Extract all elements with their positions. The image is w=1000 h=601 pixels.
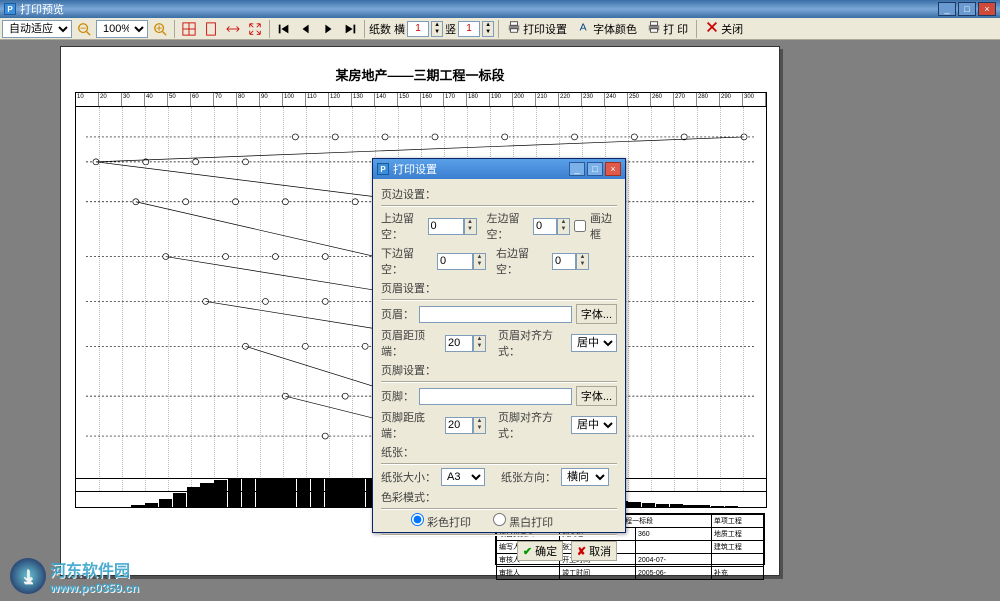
grid-icon[interactable]	[179, 20, 199, 38]
header-dist-input[interactable]	[445, 335, 473, 352]
app-titlebar: P 打印预览 _ □ ×	[0, 0, 1000, 18]
dialog-minimize-button[interactable]: _	[569, 162, 585, 176]
border-checkbox-label: 画边框	[590, 210, 617, 242]
footer-setup-label: 页脚设置：	[381, 362, 617, 378]
left-margin-input[interactable]	[533, 218, 557, 235]
right-margin-label: 右边留空：	[496, 245, 548, 277]
prev-page-button[interactable]	[296, 20, 316, 38]
watermark: ⤓ 河东软件园 www.pc0359.cn	[10, 557, 139, 595]
printer-icon	[507, 20, 521, 37]
color-mode-label: 色彩模式：	[381, 489, 617, 505]
color-print-radio[interactable]	[411, 513, 424, 526]
left-margin-label: 左边留空：	[487, 210, 530, 242]
app-icon: P	[4, 3, 16, 15]
footer-dist-spinner[interactable]: ▲▼	[473, 417, 486, 434]
dialog-close-button[interactable]: ×	[605, 162, 621, 176]
dialog-title: 打印设置	[393, 161, 437, 177]
bw-print-radio[interactable]	[493, 513, 506, 526]
fit-width-icon[interactable]	[223, 20, 243, 38]
watermark-line2: www.pc0359.cn	[50, 581, 139, 595]
header-align-combo[interactable]: 居中	[571, 334, 617, 352]
sheets-h-input[interactable]	[407, 21, 429, 37]
sheets-h-spinner[interactable]: ▲▼	[431, 21, 443, 37]
header-dist-label: 页眉距顶端：	[381, 327, 441, 359]
font-icon: A	[577, 20, 591, 37]
close-button[interactable]: 关闭	[701, 20, 747, 38]
last-page-button[interactable]	[340, 20, 360, 38]
watermark-line1: 河东软件园	[50, 557, 139, 581]
single-page-icon[interactable]	[201, 20, 221, 38]
paper-size-combo[interactable]: A3	[441, 468, 485, 486]
page-setup-label: 页边设置：	[381, 186, 617, 202]
footer-dist-label: 页脚距底端：	[381, 409, 441, 441]
toolbar: 自动适应 100% 纸数 横 ▲▼ 竖 ▲▼ 打印设置 A 字体颜色 打 印 关…	[0, 18, 1000, 40]
printer-icon	[647, 20, 661, 37]
footer-align-label: 页脚对齐方式：	[498, 409, 567, 441]
sheets-sep-label: 竖	[445, 21, 456, 37]
sheets-label: 纸数 横	[369, 21, 405, 37]
window-close-button[interactable]: ×	[978, 2, 996, 16]
header-setup-label: 页眉设置：	[381, 280, 617, 296]
watermark-logo-icon: ⤓	[10, 558, 46, 594]
bottom-margin-label: 下边留空：	[381, 245, 433, 277]
font-color-button[interactable]: A 字体颜色	[573, 20, 641, 38]
top-margin-input[interactable]	[428, 218, 464, 235]
bottom-margin-spinner[interactable]: ▲▼	[473, 253, 486, 270]
dialog-maximize-button[interactable]: □	[587, 162, 603, 176]
window-minimize-button[interactable]: _	[938, 2, 956, 16]
zoom-out-button[interactable]	[74, 20, 94, 38]
paper-dir-combo[interactable]: 横向	[561, 468, 609, 486]
cancel-button[interactable]: ✘ 取消	[571, 541, 617, 561]
cancel-icon: ✘	[577, 545, 586, 558]
fit-mode-combo[interactable]: 自动适应	[2, 20, 72, 38]
left-margin-spinner[interactable]: ▲▼	[557, 218, 570, 235]
check-icon: ✔	[523, 545, 532, 558]
footer-font-button[interactable]: 字体...	[576, 386, 617, 406]
gantt-timeline-header: 102030405060708090100 110120130140150160…	[76, 93, 766, 107]
first-page-button[interactable]	[274, 20, 294, 38]
close-icon	[705, 20, 719, 37]
next-page-button[interactable]	[318, 20, 338, 38]
right-margin-spinner[interactable]: ▲▼	[576, 253, 589, 270]
app-title: 打印预览	[20, 1, 64, 17]
bottom-margin-input[interactable]	[437, 253, 473, 270]
print-setup-dialog: P 打印设置 _ □ × 页边设置： 上边留空： ▲▼ 左边留空： ▲▼ 画边框…	[372, 158, 626, 533]
paper-setup-label: 纸张：	[381, 444, 617, 460]
header-input[interactable]	[419, 306, 572, 323]
header-align-label: 页眉对齐方式：	[498, 327, 567, 359]
bw-print-radio-label[interactable]: 黑白打印	[493, 513, 553, 530]
footer-dist-input[interactable]	[445, 417, 473, 434]
header-dist-spinner[interactable]: ▲▼	[473, 335, 486, 352]
document-title: 某房地产——三期工程一标段	[61, 65, 779, 84]
paper-size-label: 纸张大小：	[381, 469, 437, 485]
border-checkbox[interactable]	[574, 220, 586, 232]
svg-text:A: A	[580, 22, 587, 34]
right-margin-input[interactable]	[552, 253, 576, 270]
window-maximize-button[interactable]: □	[958, 2, 976, 16]
app-icon: P	[377, 163, 389, 175]
color-print-radio-label[interactable]: 彩色打印	[411, 513, 471, 530]
sheets-v-spinner[interactable]: ▲▼	[482, 21, 494, 37]
top-margin-spinner[interactable]: ▲▼	[464, 218, 477, 235]
header-font-button[interactable]: 字体...	[576, 304, 617, 324]
paper-dir-label: 纸张方向：	[501, 469, 557, 485]
ok-button[interactable]: ✔ 确定	[517, 541, 563, 561]
footer-input[interactable]	[419, 388, 572, 405]
print-setup-button[interactable]: 打印设置	[503, 20, 571, 38]
zoom-combo[interactable]: 100%	[96, 20, 148, 38]
header-label: 页眉：	[381, 306, 415, 322]
dialog-titlebar[interactable]: P 打印设置 _ □ ×	[373, 159, 625, 179]
print-button[interactable]: 打 印	[643, 20, 692, 38]
footer-label: 页脚：	[381, 388, 415, 404]
zoom-in-button[interactable]	[150, 20, 170, 38]
footer-align-combo[interactable]: 居中	[571, 416, 617, 434]
fit-page-icon[interactable]	[245, 20, 265, 38]
top-margin-label: 上边留空：	[381, 210, 424, 242]
sheets-v-input[interactable]	[458, 21, 480, 37]
